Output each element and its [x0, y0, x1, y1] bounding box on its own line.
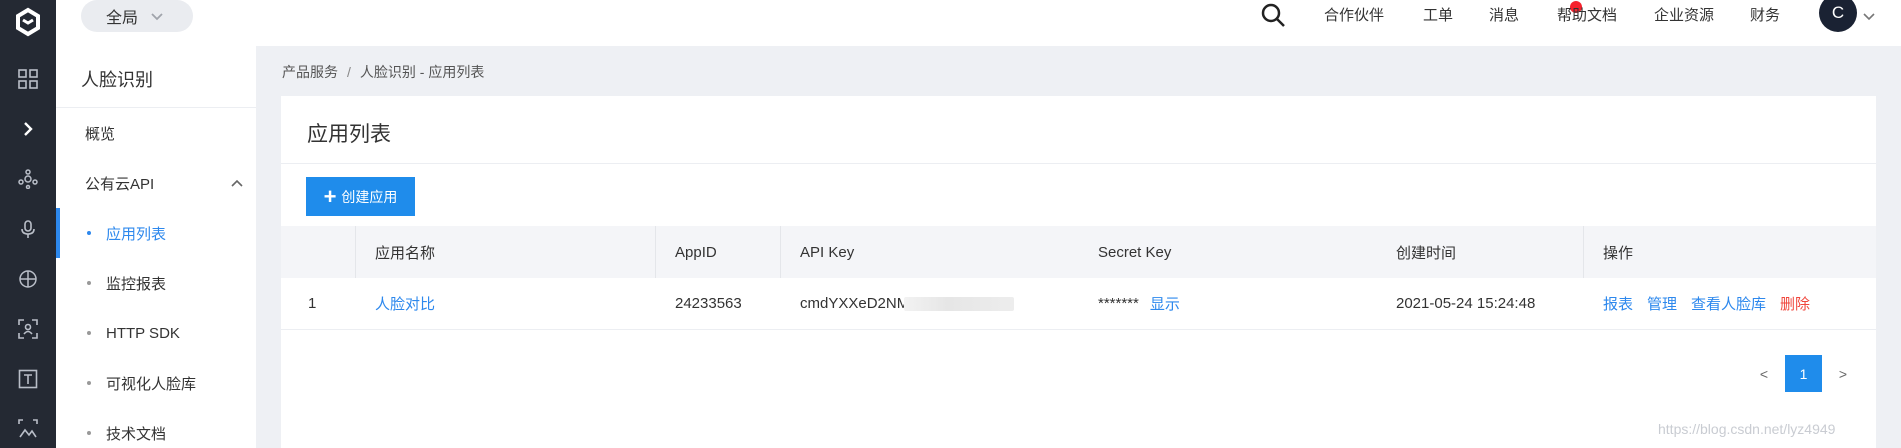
create-app-button[interactable]: + 创建应用	[306, 177, 415, 216]
column-header-name: 应用名称	[355, 226, 655, 278]
plus-icon: +	[323, 183, 337, 209]
create-app-label: 创建应用	[341, 188, 398, 205]
sidebar-item-label: 技术文档	[106, 425, 167, 443]
side-menu: 人脸识别 概览 公有云API 应用列表 监控报表 HTTP SDK 可视化人脸库…	[56, 46, 256, 448]
column-header-api-key: API Key	[780, 226, 1078, 278]
column-header-actions: 操作	[1583, 226, 1876, 278]
bullet-icon	[87, 331, 91, 335]
breadcrumb: 产品服务 / 人脸识别 - 应用列表	[282, 62, 484, 82]
sidebar-item-label: 公有云API	[85, 175, 155, 193]
chevron-up-icon	[230, 175, 244, 192]
sidebar-item-face-library[interactable]: 可视化人脸库	[56, 358, 256, 408]
text-icon[interactable]	[0, 354, 56, 404]
sidebar-item-tech-docs[interactable]: 技术文档	[56, 408, 256, 448]
nav-partners[interactable]: 合作伙伴	[1324, 4, 1384, 25]
app-name-link[interactable]: 人脸对比	[375, 293, 435, 314]
nav-help-docs[interactable]: 帮助文档	[1557, 4, 1617, 25]
app-table: 应用名称 AppID API Key Secret Key 创建时间 操作 1 …	[281, 226, 1876, 330]
active-indicator	[56, 208, 60, 258]
view-face-library-link[interactable]: 查看人脸库	[1691, 293, 1766, 314]
nav-messages[interactable]: 消息	[1489, 4, 1519, 25]
expand-icon[interactable]	[0, 104, 56, 154]
search-icon[interactable]	[1260, 2, 1286, 33]
nav-finance[interactable]: 财务	[1750, 4, 1780, 25]
network-icon[interactable]	[0, 154, 56, 204]
table-row: 1 人脸对比 24233563 cmdYXXeD2NMe ******* 显示 …	[281, 278, 1876, 330]
chevron-down-icon	[150, 11, 164, 21]
sidebar-item-http-sdk[interactable]: HTTP SDK	[56, 308, 256, 358]
sidebar-item-label: HTTP SDK	[106, 324, 180, 342]
sidebar-item-label: 应用列表	[106, 225, 167, 243]
show-secret-link[interactable]: 显示	[1150, 293, 1180, 314]
breadcrumb-current: 人脸识别 - 应用列表	[359, 64, 485, 80]
sidebar-item-label: 可视化人脸库	[106, 375, 197, 393]
column-header-created: 创建时间	[1396, 244, 1457, 262]
avatar[interactable]: C	[1819, 0, 1857, 32]
side-menu-title: 人脸识别	[56, 46, 256, 108]
report-link[interactable]: 报表	[1603, 293, 1633, 314]
image-icon[interactable]	[0, 404, 56, 448]
created-time-cell: 2021-05-24 15:24:48	[1396, 295, 1536, 312]
bullet-icon	[87, 431, 91, 435]
pagination: < 1 >	[1749, 355, 1858, 392]
chevron-down-icon[interactable]	[1862, 8, 1876, 26]
column-header-index	[281, 226, 355, 278]
secret-key-cell: ******* 显示	[1078, 278, 1376, 329]
redaction-mask	[903, 296, 1014, 311]
column-header-appid: AppID	[655, 226, 780, 278]
page-1-button[interactable]: 1	[1785, 355, 1822, 392]
breadcrumb-root[interactable]: 产品服务	[282, 64, 338, 80]
microphone-icon[interactable]	[0, 204, 56, 254]
actions-cell: 报表 管理 查看人脸库 删除	[1583, 278, 1876, 329]
bullet-icon	[87, 281, 91, 285]
api-key-value: cmdYXXeD2NMe	[800, 295, 918, 312]
sidebar-item-monitoring-report[interactable]: 监控报表	[56, 258, 256, 308]
app-id-cell: 24233563	[675, 295, 742, 312]
nav-enterprise-resources[interactable]: 企业资源	[1654, 4, 1714, 25]
page-title: 应用列表	[281, 96, 1876, 164]
sidebar-item-overview[interactable]: 概览	[56, 108, 256, 158]
scope-label: 全局	[106, 10, 139, 27]
bullet-icon	[87, 231, 91, 235]
delete-link[interactable]: 删除	[1780, 293, 1810, 314]
prev-page-button[interactable]: <	[1749, 366, 1779, 382]
globe-icon[interactable]	[0, 254, 56, 304]
nav-tickets[interactable]: 工单	[1423, 4, 1453, 25]
icon-rail	[0, 0, 56, 448]
face-scan-icon[interactable]	[0, 304, 56, 354]
breadcrumb-separator: /	[347, 64, 351, 80]
table-header: 应用名称 AppID API Key Secret Key 创建时间 操作	[281, 226, 1876, 278]
manage-link[interactable]: 管理	[1647, 293, 1677, 314]
bullet-icon	[87, 381, 91, 385]
top-bar: 全局 合作伙伴 工单 消息 帮助文档 企业资源 财务 C	[56, 0, 1901, 46]
sidebar-group-public-cloud-api[interactable]: 公有云API	[56, 158, 256, 208]
scope-selector[interactable]: 全局	[81, 0, 193, 32]
app-list-card: 应用列表 + 创建应用 应用名称 AppID API Key Secret Ke…	[281, 96, 1876, 448]
next-page-button[interactable]: >	[1828, 366, 1858, 382]
api-key-cell: cmdYXXeD2NMe	[780, 278, 1078, 329]
sidebar-item-label: 监控报表	[106, 275, 167, 293]
grid-icon[interactable]	[0, 54, 56, 104]
logo-icon[interactable]	[0, 0, 56, 44]
sidebar-item-label: 概览	[85, 125, 116, 143]
column-header-secret-key: Secret Key	[1098, 243, 1172, 261]
sidebar-item-app-list[interactable]: 应用列表	[56, 208, 256, 258]
secret-key-value: *******	[1098, 295, 1139, 312]
app-name-cell: 人脸对比	[355, 278, 655, 329]
watermark: https://blog.csdn.net/lyz4949	[1658, 421, 1836, 437]
row-index: 1	[308, 295, 317, 312]
